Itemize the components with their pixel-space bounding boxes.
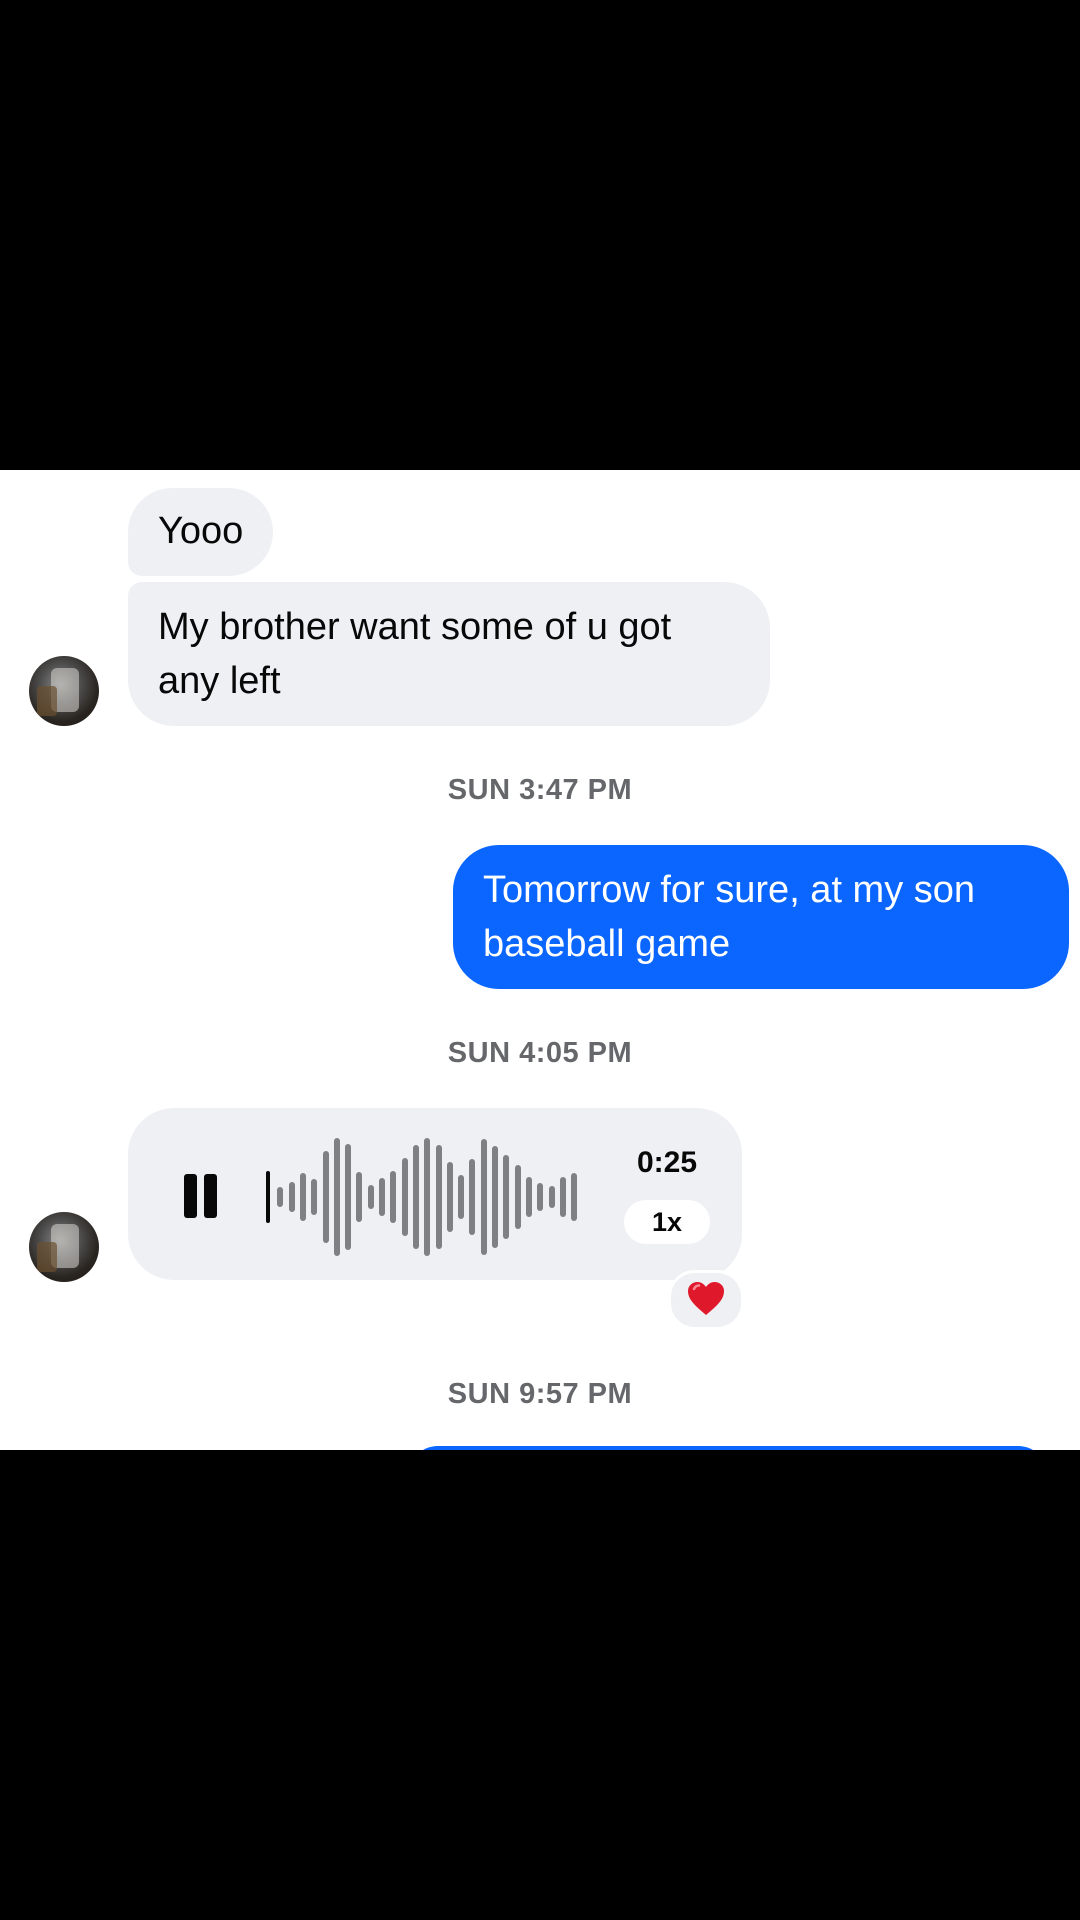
- message-timestamp: SUN 4:05 PM: [447, 1037, 633, 1069]
- voice-message-bubble[interactable]: 0:25 1x: [128, 1108, 742, 1280]
- waveform-bar: [481, 1139, 487, 1255]
- waveform-bar: [413, 1145, 419, 1249]
- chat-thread[interactable]: Yooo My brother want some of u got any l…: [0, 470, 1080, 1450]
- waveform-bar: [323, 1151, 329, 1243]
- waveform-bar: [515, 1165, 521, 1229]
- waveform-bar: [458, 1175, 464, 1219]
- message-text-line: baseball game: [483, 923, 731, 965]
- bottom-letterbox: [0, 1450, 1080, 1920]
- waveform-bar: [549, 1186, 555, 1208]
- message-text-line: Tomorrow for sure, at my son: [483, 869, 976, 911]
- message-text-line: My brother want some of u got: [158, 606, 672, 648]
- incoming-message-bubble[interactable]: My brother want some of u got any left: [128, 582, 770, 726]
- waveform-bar: [436, 1145, 442, 1249]
- playback-speed-button[interactable]: 1x: [624, 1200, 710, 1244]
- waveform-bar: [560, 1177, 566, 1217]
- waveform-bar: [469, 1159, 475, 1235]
- waveform-bar: [402, 1158, 408, 1236]
- waveform-bar: [300, 1173, 306, 1221]
- waveform-bar: [424, 1138, 430, 1256]
- waveform-bar: [390, 1171, 396, 1223]
- waveform-bar: [345, 1144, 351, 1250]
- waveform-bar: [277, 1187, 283, 1207]
- heart-icon: [688, 1282, 724, 1315]
- waveform-bar: [571, 1173, 577, 1221]
- incoming-message-bubble[interactable]: Yooo: [128, 488, 274, 576]
- audio-waveform[interactable]: [266, 1138, 586, 1256]
- waveform-bar: [537, 1183, 543, 1211]
- reaction-badge[interactable]: [668, 1270, 744, 1330]
- waveform-bar: [368, 1185, 374, 1209]
- top-letterbox: [0, 0, 1080, 470]
- waveform-bar: [492, 1146, 498, 1248]
- waveform-bar: [266, 1171, 270, 1223]
- contact-avatar[interactable]: [29, 656, 99, 726]
- waveform-bar: [526, 1177, 532, 1217]
- message-timestamp: SUN 3:47 PM: [447, 774, 633, 806]
- waveform-bar: [334, 1138, 340, 1256]
- message-timestamp: SUN 9:57 PM: [447, 1378, 633, 1410]
- message-text-line: any left: [158, 660, 281, 702]
- outgoing-message-bubble[interactable]: Tomorrow for sure, at my son baseball ga…: [453, 845, 1069, 989]
- waveform-bar: [289, 1182, 295, 1212]
- contact-avatar[interactable]: [29, 1212, 99, 1282]
- waveform-bar: [447, 1162, 453, 1232]
- message-text: Yooo: [158, 510, 244, 552]
- waveform-bar: [311, 1179, 317, 1215]
- waveform-bar: [356, 1172, 362, 1222]
- pause-icon[interactable]: [184, 1174, 220, 1218]
- voice-duration: 0:25: [636, 1146, 698, 1179]
- waveform-bar: [379, 1178, 385, 1216]
- waveform-bar: [503, 1155, 509, 1239]
